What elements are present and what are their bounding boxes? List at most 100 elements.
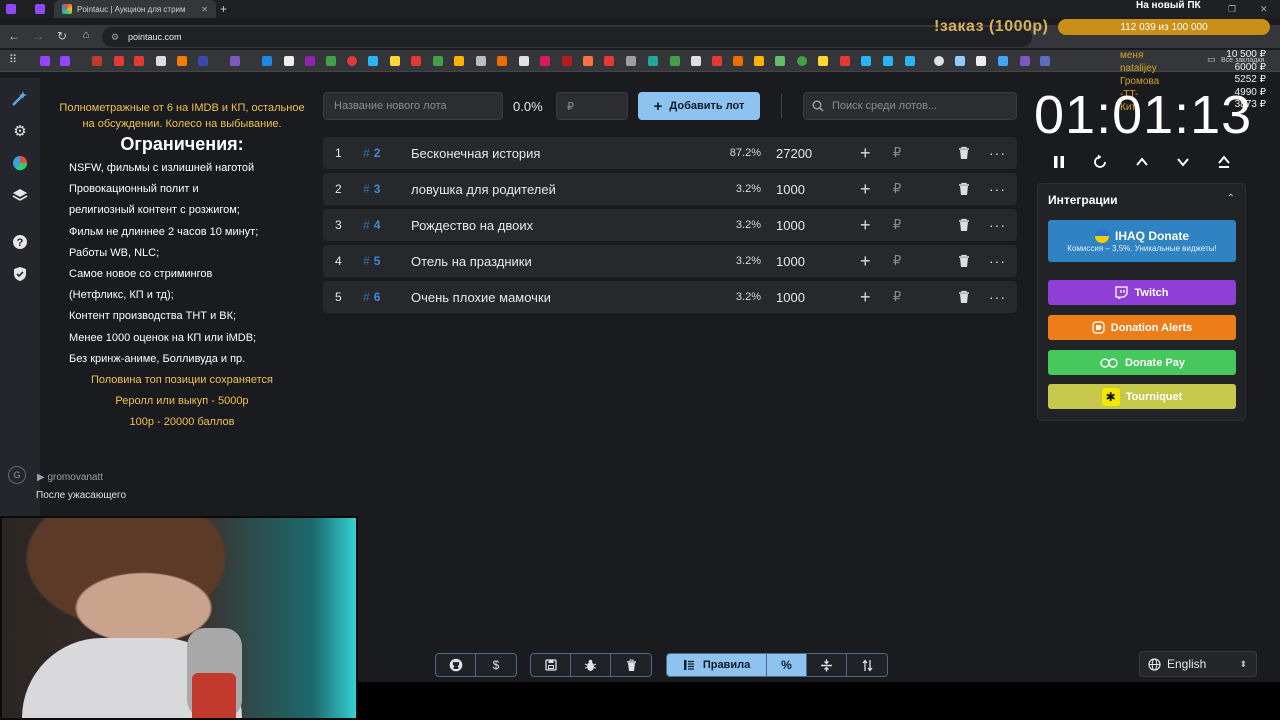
chevron-down-icon[interactable] [1173, 152, 1193, 172]
twitch-favicon-tab[interactable] [6, 0, 16, 18]
back-icon[interactable]: ← [7, 29, 21, 43]
lot-search-input[interactable]: Поиск среди лотов... [803, 92, 1017, 120]
lot-name[interactable]: Бесконечная история [411, 137, 540, 169]
bookmark-icon[interactable] [497, 56, 507, 66]
bookmark-icon[interactable] [476, 56, 486, 66]
percent-toggle-button[interactable]: % [767, 654, 807, 676]
bookmark-icon[interactable] [284, 56, 294, 66]
shield-icon[interactable] [10, 264, 30, 284]
bookmark-icon[interactable] [797, 56, 807, 66]
pause-icon[interactable] [1049, 152, 1069, 172]
url-field[interactable]: ⚙ pointauc.com [102, 27, 1032, 47]
dollar-icon[interactable]: $ [476, 654, 516, 676]
restart-icon[interactable] [1090, 152, 1110, 172]
lot-plus-button[interactable]: + [860, 245, 871, 277]
bookmark-icon[interactable] [775, 56, 785, 66]
lot-amount-input[interactable]: ₽ [556, 92, 628, 120]
lot-plus-button[interactable]: + [860, 281, 871, 313]
more-options-icon[interactable]: ··· [989, 209, 1006, 241]
bookmark-icon[interactable] [883, 56, 893, 66]
bookmark-icon[interactable] [519, 56, 529, 66]
bookmark-icon[interactable] [92, 56, 102, 66]
twitch-button[interactable]: Twitch [1048, 280, 1236, 305]
close-window-icon[interactable]: ✕ [1260, 0, 1268, 18]
lot-amount[interactable]: 1000 [776, 209, 805, 241]
eject-icon[interactable] [1214, 152, 1234, 172]
language-select[interactable]: English ⬍ [1139, 651, 1257, 677]
bookmark-icon[interactable] [818, 56, 828, 66]
lot-amount[interactable]: 1000 [776, 173, 805, 205]
lot-row[interactable]: 2 #3 ловушка для родителей 3.2% 1000 + ₽… [323, 173, 1017, 205]
bookmark-icon[interactable] [230, 56, 240, 66]
bookmark-icon[interactable] [604, 56, 614, 66]
twitch-favicon-tab-2[interactable] [35, 0, 45, 18]
pie-chart-icon[interactable] [10, 153, 30, 173]
add-lot-button[interactable]: + Добавить лот [638, 92, 760, 120]
bookmark-icon[interactable] [454, 56, 464, 66]
github-icon[interactable] [436, 654, 476, 676]
bookmark-icon[interactable] [390, 56, 400, 66]
bookmark-icon[interactable] [1020, 56, 1030, 66]
restore-window-icon[interactable]: ❐ [1228, 0, 1236, 18]
chevron-up-icon[interactable] [1132, 152, 1152, 172]
lot-name[interactable]: Отель на праздники [411, 245, 532, 277]
lot-row[interactable]: 3 #4 Рождество на двоих 3.2% 1000 + ₽ ··… [323, 209, 1017, 241]
layers-icon[interactable] [10, 185, 30, 205]
bookmark-icon[interactable] [262, 56, 272, 66]
trash-icon[interactable] [957, 209, 971, 241]
bug-icon[interactable] [571, 654, 611, 676]
save-icon[interactable] [531, 654, 571, 676]
bookmark-icon[interactable] [40, 56, 50, 66]
bookmark-icon[interactable] [305, 56, 315, 66]
trash-icon[interactable] [957, 137, 971, 169]
forward-icon[interactable]: → [31, 29, 45, 43]
lot-amount[interactable]: 1000 [776, 281, 805, 313]
lot-currency-input[interactable]: ₽ [893, 281, 901, 313]
bookmark-icon[interactable] [670, 56, 680, 66]
bookmark-icon[interactable] [411, 56, 421, 66]
lot-currency-input[interactable]: ₽ [893, 245, 901, 277]
bookmark-icon[interactable] [733, 56, 743, 66]
lot-row[interactable]: 1 #2 Бесконечная история 87.2% 27200 + ₽… [323, 137, 1017, 169]
bookmark-icon[interactable] [60, 56, 70, 66]
help-icon[interactable]: ? [10, 232, 30, 252]
bookmark-icon[interactable] [433, 56, 443, 66]
bookmark-icon[interactable] [998, 56, 1008, 66]
bookmark-icon[interactable] [754, 56, 764, 66]
bookmark-icon[interactable] [540, 56, 550, 66]
apps-icon[interactable]: ⠿ [6, 53, 20, 66]
sort-icon[interactable] [847, 654, 887, 676]
more-options-icon[interactable]: ··· [989, 281, 1006, 313]
bookmark-icon[interactable] [198, 56, 208, 66]
bookmark-icon[interactable] [626, 56, 636, 66]
bookmark-icon[interactable] [861, 56, 871, 66]
lot-plus-button[interactable]: + [860, 209, 871, 241]
lot-currency-input[interactable]: ₽ [893, 173, 901, 205]
bookmark-icon[interactable] [326, 56, 336, 66]
wand-icon[interactable] [10, 88, 30, 108]
lot-row[interactable]: 4 #5 Отель на праздники 3.2% 1000 + ₽ ··… [323, 245, 1017, 277]
lot-currency-input[interactable]: ₽ [893, 209, 901, 241]
browser-tab-active[interactable]: Pointauc | Аукцион для стрим ✕ [54, 0, 216, 18]
bookmark-icon[interactable] [156, 56, 166, 66]
chevron-up-icon[interactable]: ⌃ [1227, 193, 1235, 204]
lot-row[interactable]: 5 #6 Очень плохие мамочки 3.2% 1000 + ₽ … [323, 281, 1017, 313]
donate-pay-button[interactable]: Donate Pay [1048, 350, 1236, 375]
lot-currency-input[interactable]: ₽ [893, 137, 901, 169]
lot-name-input[interactable]: Название нового лота [323, 92, 503, 120]
site-info-icon[interactable]: ⚙ [111, 32, 119, 43]
rules-button[interactable]: Правила [667, 654, 767, 676]
close-tab-icon[interactable]: ✕ [201, 5, 208, 14]
bookmark-icon[interactable] [905, 56, 915, 66]
trash-icon[interactable] [957, 281, 971, 313]
compress-icon[interactable] [807, 654, 847, 676]
lot-name[interactable]: Рождество на двоих [411, 209, 533, 241]
lot-amount[interactable]: 1000 [776, 245, 805, 277]
more-options-icon[interactable]: ··· [989, 137, 1006, 169]
bookmark-icon[interactable] [347, 56, 357, 66]
bookmark-icon[interactable] [114, 56, 124, 66]
more-options-icon[interactable]: ··· [989, 245, 1006, 277]
new-tab-icon[interactable]: + [220, 0, 227, 18]
bookmark-icon[interactable] [712, 56, 722, 66]
bookmark-icon[interactable] [583, 56, 593, 66]
